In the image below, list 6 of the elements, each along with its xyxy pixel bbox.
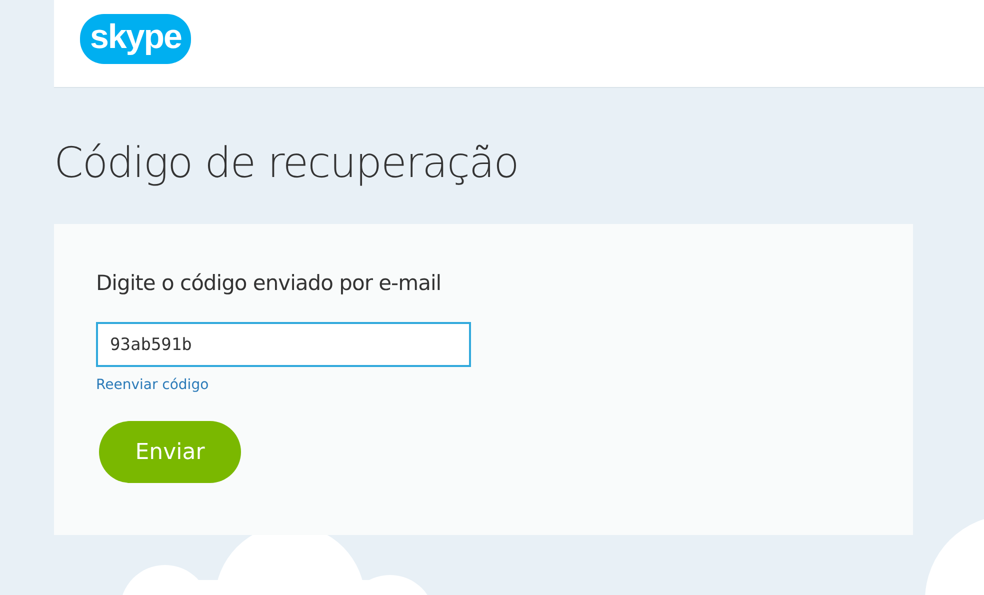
logo: skype (80, 14, 192, 64)
code-input-field[interactable]: 93ab591b (96, 322, 471, 367)
field-label: Digite o código enviado por e-mail (96, 270, 442, 297)
send-button[interactable]: Enviar (99, 421, 241, 483)
page-title: Código de recuperação (54, 137, 520, 189)
resend-code-link[interactable]: Reenviar código (96, 377, 209, 393)
